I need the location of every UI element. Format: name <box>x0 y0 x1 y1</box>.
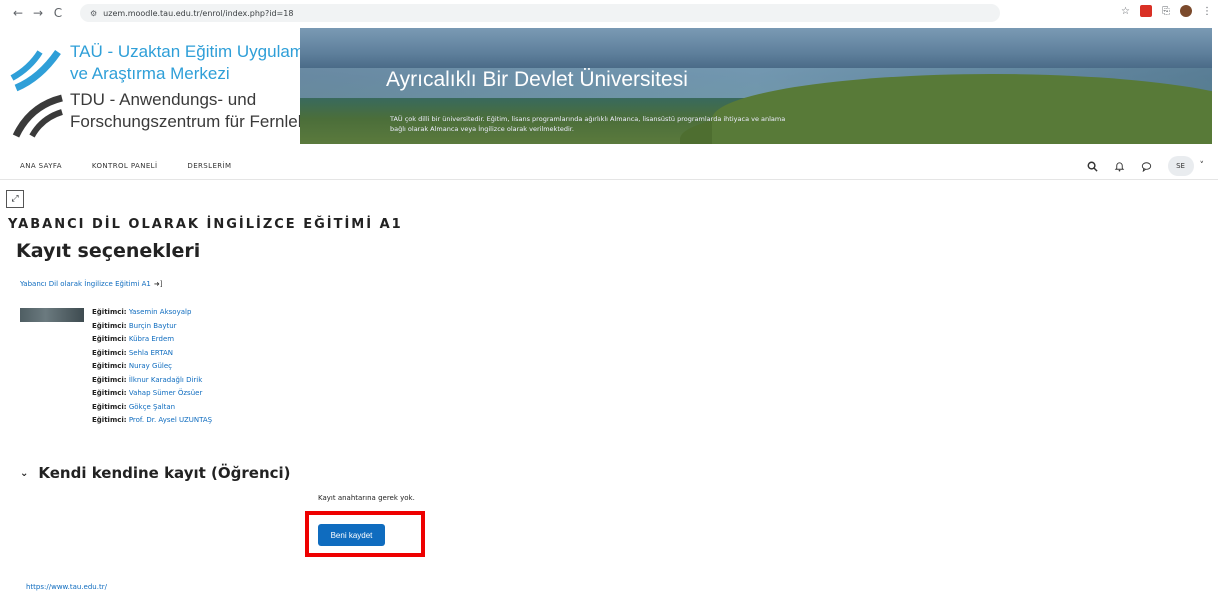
extension-area: ☆ ⎘ ⋮ <box>1121 5 1212 17</box>
highlight-annotation <box>305 511 425 557</box>
nav-item-dashboard[interactable]: KONTROL PANELİ <box>92 162 158 170</box>
list-item: Eğitimci: Gökçe Şaltan <box>92 401 212 415</box>
address-bar[interactable]: ⚙ uzem.moodle.tau.edu.tr/enrol/index.php… <box>80 4 1000 22</box>
messages-icon[interactable] <box>1141 161 1152 172</box>
pdf-extension-icon[interactable] <box>1140 5 1152 17</box>
teacher-name-link[interactable]: Burçin Baytur <box>129 322 177 330</box>
site-info-icon[interactable]: ⚙ <box>90 9 97 18</box>
star-icon[interactable]: ☆ <box>1121 6 1130 17</box>
expand-icon: ⤢ <box>11 194 19 204</box>
teacher-name-link[interactable]: Gökçe Şaltan <box>129 403 175 411</box>
user-controls: SE ˅ <box>1087 156 1205 176</box>
list-item: Eğitimci: Yasemin Aksoyalp <box>92 306 212 320</box>
primary-navigation: ANA SAYFA KONTROL PANELİ DERSLERİM SE ˅ <box>0 152 1218 180</box>
teacher-role: Eğitimci: <box>92 416 127 424</box>
teacher-name-link[interactable]: Kübra Erdem <box>129 335 174 343</box>
page-title: Kayıt seçenekleri <box>16 240 201 262</box>
teacher-role: Eğitimci: <box>92 362 127 370</box>
extensions-icon[interactable]: ⎘ <box>1162 6 1170 17</box>
logo-mark-icon <box>10 49 63 138</box>
url-text: uzem.moodle.tau.edu.tr/enrol/index.php?i… <box>103 8 294 18</box>
teacher-name-link[interactable]: Nuray Güleç <box>129 362 172 370</box>
list-item: Eğitimci: Sehla ERTAN <box>92 347 212 361</box>
teacher-list: Eğitimci: Yasemin Aksoyalp Eğitimci: Bur… <box>92 306 212 428</box>
teacher-role: Eğitimci: <box>92 308 127 316</box>
course-link-text: Yabancı Dil olarak İngilizce Eğitimi A1 <box>20 280 151 288</box>
hero-title: Ayrıcalıklı Bir Devlet Üniversitesi <box>386 68 688 91</box>
teacher-role: Eğitimci: <box>92 402 127 411</box>
back-icon[interactable]: ← <box>8 6 28 20</box>
course-title: YABANCI DİL OLARAK İNGİLİZCE EĞİTİMİ A1 <box>8 217 403 232</box>
teacher-role: Eğitimci: <box>92 389 127 397</box>
section-title: Kendi kendine kayıt (Öğrenci) <box>38 464 291 482</box>
teacher-name-link[interactable]: Prof. Dr. Aysel UZUNTAŞ <box>129 416 212 424</box>
user-avatar[interactable]: SE <box>1167 156 1194 176</box>
university-logo[interactable]: TAÜ - Uzaktan Eğitim Uygulama ve Araştır… <box>10 42 322 146</box>
reload-icon[interactable]: C <box>48 6 68 20</box>
course-image <box>20 308 84 322</box>
nav-item-my-courses[interactable]: DERSLERİM <box>187 162 231 170</box>
hero-description: TAÜ çok dilli bir üniversitedir. Eğitim,… <box>390 115 786 133</box>
teacher-role: Eğitimci: <box>92 375 127 384</box>
nav-links: ANA SAYFA KONTROL PANELİ DERSLERİM <box>0 162 261 170</box>
list-item: Eğitimci: İlknur Karadağlı Dirik <box>92 374 212 388</box>
menu-icon[interactable]: ⋮ <box>1202 6 1212 17</box>
nav-item-home[interactable]: ANA SAYFA <box>20 162 62 170</box>
logo-text-line: ve Araştırma Merkezi <box>70 64 230 83</box>
footer-website-link[interactable]: https://www.tau.edu.tr/ <box>26 583 107 591</box>
list-item: Eğitimci: Prof. Dr. Aysel UZUNTAŞ <box>92 414 212 428</box>
browser-toolbar: ← → C ⚙ uzem.moodle.tau.edu.tr/enrol/ind… <box>0 0 1218 25</box>
logo-text-line: Forschungszentrum für Fernlehre <box>70 112 323 131</box>
enrol-arrow-icon: ➜] <box>153 280 163 288</box>
teacher-name-link[interactable]: Yasemin Aksoyalp <box>129 308 192 316</box>
teacher-name-link[interactable]: İlknur Karadağlı Dirik <box>129 376 202 384</box>
forward-icon[interactable]: → <box>28 6 48 20</box>
teacher-role: Eğitimci: <box>92 348 127 357</box>
list-item: Eğitimci: Vahap Sümer Özsüer <box>92 387 212 401</box>
teacher-role: Eğitimci: <box>92 321 127 330</box>
list-item: Eğitimci: Burçin Baytur <box>92 320 212 334</box>
logo-text-line: TDU - Anwendungs- und <box>70 90 257 109</box>
search-icon[interactable] <box>1087 161 1098 172</box>
teacher-role: Eğitimci: <box>92 335 127 343</box>
chevron-down-icon: ⌄ <box>20 467 29 479</box>
expand-drawer-button[interactable]: ⤢ <box>6 190 24 208</box>
logo-text-line: TAÜ - Uzaktan Eğitim Uygulama <box>70 42 314 61</box>
course-name-link[interactable]: Yabancı Dil olarak İngilizce Eğitimi A1 ➜… <box>20 280 162 288</box>
bell-icon[interactable] <box>1114 161 1125 172</box>
no-key-message: Kayıt anahtarına gerek yok. <box>318 494 415 502</box>
profile-avatar-icon[interactable] <box>1180 5 1192 17</box>
site-banner: TAÜ - Uzaktan Eğitim Uygulama ve Araştır… <box>0 28 1218 146</box>
hero-image: Ayrıcalıklı Bir Devlet Üniversitesi TAÜ … <box>300 28 1212 144</box>
list-item: Eğitimci: Nuray Güleç <box>92 360 212 374</box>
list-item: Eğitimci: Kübra Erdem <box>92 333 212 347</box>
self-enrolment-section-toggle[interactable]: ⌄ Kendi kendine kayıt (Öğrenci) <box>20 464 291 482</box>
teacher-name-link[interactable]: Vahap Sümer Özsüer <box>129 389 203 397</box>
chevron-down-icon[interactable]: ˅ <box>1200 161 1205 171</box>
teacher-name-link[interactable]: Sehla ERTAN <box>129 349 173 357</box>
